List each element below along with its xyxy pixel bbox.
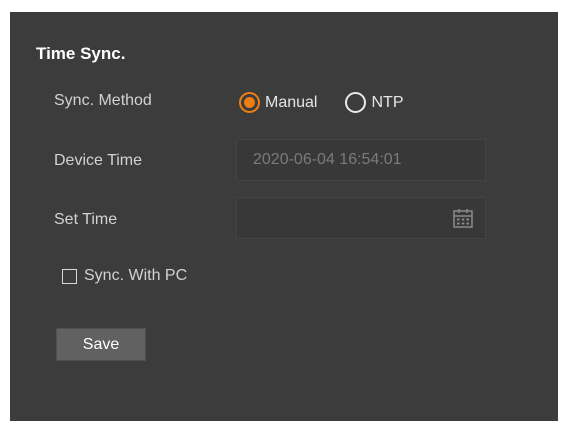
radio-ntp-indicator[interactable] bbox=[345, 92, 367, 113]
device-time-value: 2020-06-04 16:54:01 bbox=[253, 151, 402, 168]
time-sync-panel: Time Sync. Sync. Method Manual NTP Devic… bbox=[10, 12, 558, 421]
radio-selected-dot bbox=[244, 97, 255, 108]
sync-with-pc-label: Sync. With PC bbox=[84, 267, 188, 284]
section-title: Time Sync. bbox=[36, 44, 126, 63]
radio-manual-indicator[interactable] bbox=[239, 92, 260, 113]
save-button[interactable]: Save bbox=[56, 328, 146, 361]
set-time-input[interactable] bbox=[236, 197, 486, 239]
device-time-label: Device Time bbox=[54, 152, 143, 169]
radio-manual-label: Manual bbox=[265, 93, 318, 111]
sync-method-label: Sync. Method bbox=[54, 92, 152, 109]
device-time-field: 2020-06-04 16:54:01 bbox=[236, 139, 486, 181]
radio-manual[interactable]: Manual bbox=[239, 92, 317, 113]
sync-with-pc-option[interactable]: Sync. With PC bbox=[62, 267, 187, 285]
calendar-icon[interactable] bbox=[452, 207, 474, 229]
radio-ntp[interactable]: NTP bbox=[345, 92, 403, 113]
radio-ntp-label: NTP bbox=[371, 93, 404, 111]
sync-with-pc-checkbox[interactable] bbox=[62, 268, 77, 284]
sync-method-radio-group: Manual NTP bbox=[239, 92, 403, 113]
set-time-label: Set Time bbox=[54, 211, 118, 228]
